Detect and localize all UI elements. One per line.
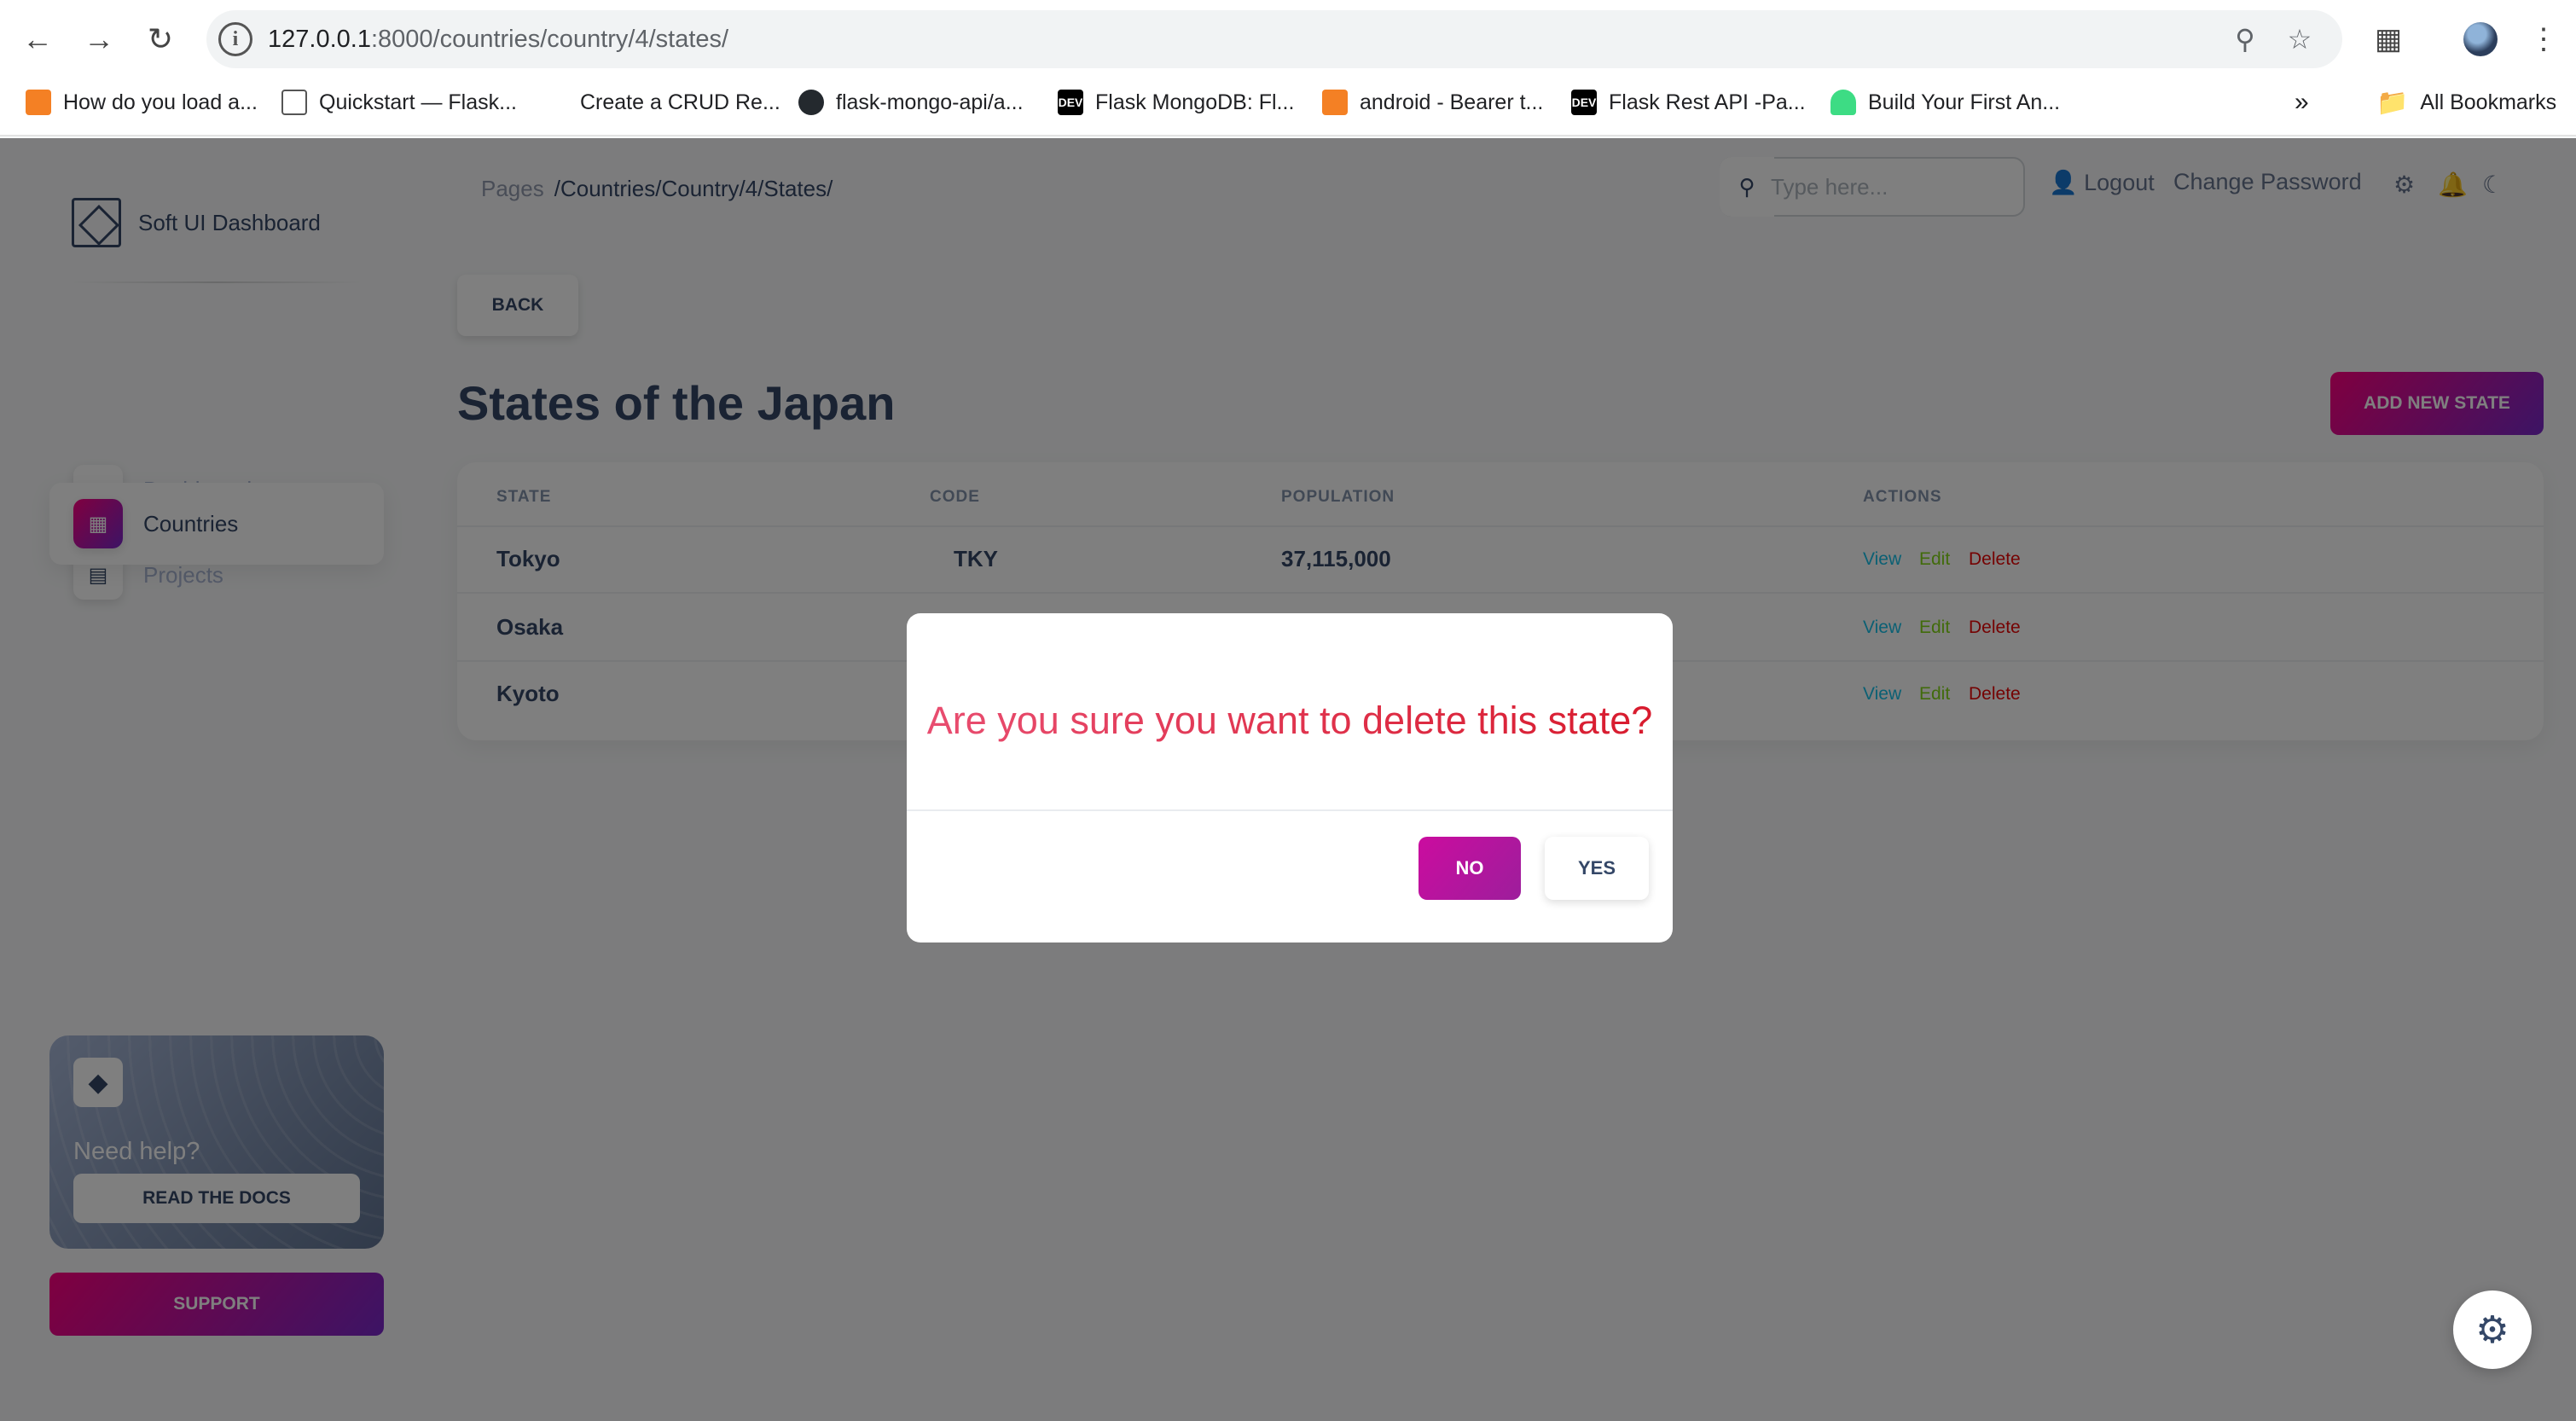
bookmark-item[interactable]: DEV Flask Rest API -Pa... [1571, 78, 1806, 126]
android-icon [1830, 90, 1856, 115]
bookmark-label: flask-mongo-api/a... [836, 90, 1024, 114]
bookmark-label: Quickstart — Flask... [319, 90, 517, 114]
bookmark-label: Create a CRUD Re... [580, 90, 780, 114]
bookmark-item[interactable]: Build Your First An... [1830, 78, 2060, 126]
bookmark-item[interactable]: How do you load a... [26, 78, 258, 126]
bookmark-item[interactable]: flask-mongo-api/a... [798, 78, 1024, 126]
profile-avatar[interactable] [2463, 22, 2498, 56]
bookmark-label: Flask Rest API -Pa... [1609, 90, 1806, 114]
all-bookmarks[interactable]: 📁 All Bookmarks [2376, 78, 2556, 126]
menu-kebab-icon[interactable]: ⋮ [2521, 17, 2566, 61]
zoom-icon[interactable]: ⚲ [2228, 22, 2262, 56]
bookmark-label: Flask MongoDB: Fl... [1095, 90, 1295, 114]
url-path: :8000/countries/country/4/states/ [370, 26, 729, 53]
url-host: 127.0.0.1 [268, 26, 371, 53]
bookmark-item[interactable]: DEV Flask MongoDB: Fl... [1058, 78, 1294, 126]
bookmark-label: android - Bearer t... [1360, 90, 1544, 114]
bookmark-label: Build Your First An... [1868, 90, 2061, 114]
bookmark-item[interactable]: Quickstart — Flask... [281, 78, 517, 126]
bookmark-star-icon[interactable]: ☆ [2283, 22, 2317, 56]
bookmark-label: How do you load a... [63, 90, 258, 114]
all-bookmarks-label: All Bookmarks [2420, 90, 2557, 114]
settings-gear-icon[interactable]: ⚙ [2453, 1290, 2532, 1369]
modal-divider [907, 809, 1673, 811]
no-button[interactable]: NO [1419, 837, 1521, 900]
document-icon [281, 90, 307, 115]
extensions-icon[interactable]: ▦ [2366, 17, 2411, 61]
site-info-icon[interactable]: i [218, 22, 252, 56]
bookmarks-bar: How do you load a... Quickstart — Flask.… [0, 78, 2576, 126]
delete-confirm-modal: Are you sure you want to delete this sta… [907, 613, 1673, 942]
bookmark-item[interactable]: android - Bearer t... [1322, 78, 1543, 126]
address-bar[interactable]: i 127.0.0.1:8000/countries/country/4/sta… [206, 10, 2342, 68]
github-icon [798, 90, 824, 115]
browser-chrome: ← → ↻ i 127.0.0.1:8000/countries/country… [0, 0, 2576, 136]
bookmark-item[interactable]: Create a CRUD Re... [580, 78, 780, 126]
stackoverflow-icon [1322, 90, 1348, 115]
stackoverflow-icon [26, 90, 51, 115]
dev-icon: DEV [1571, 90, 1597, 115]
yes-button[interactable]: YES [1545, 837, 1649, 900]
modal-message: Are you sure you want to delete this sta… [907, 699, 1673, 743]
more-bookmarks-icon[interactable]: » [2295, 78, 2309, 126]
dev-icon: DEV [1058, 90, 1083, 115]
back-arrow-icon[interactable]: ← [15, 17, 60, 61]
reload-icon[interactable]: ↻ [138, 17, 183, 61]
url-text[interactable]: 127.0.0.1:8000/countries/country/4/state… [268, 10, 728, 68]
forward-arrow-icon[interactable]: → [77, 17, 121, 61]
folder-icon: 📁 [2376, 88, 2409, 117]
